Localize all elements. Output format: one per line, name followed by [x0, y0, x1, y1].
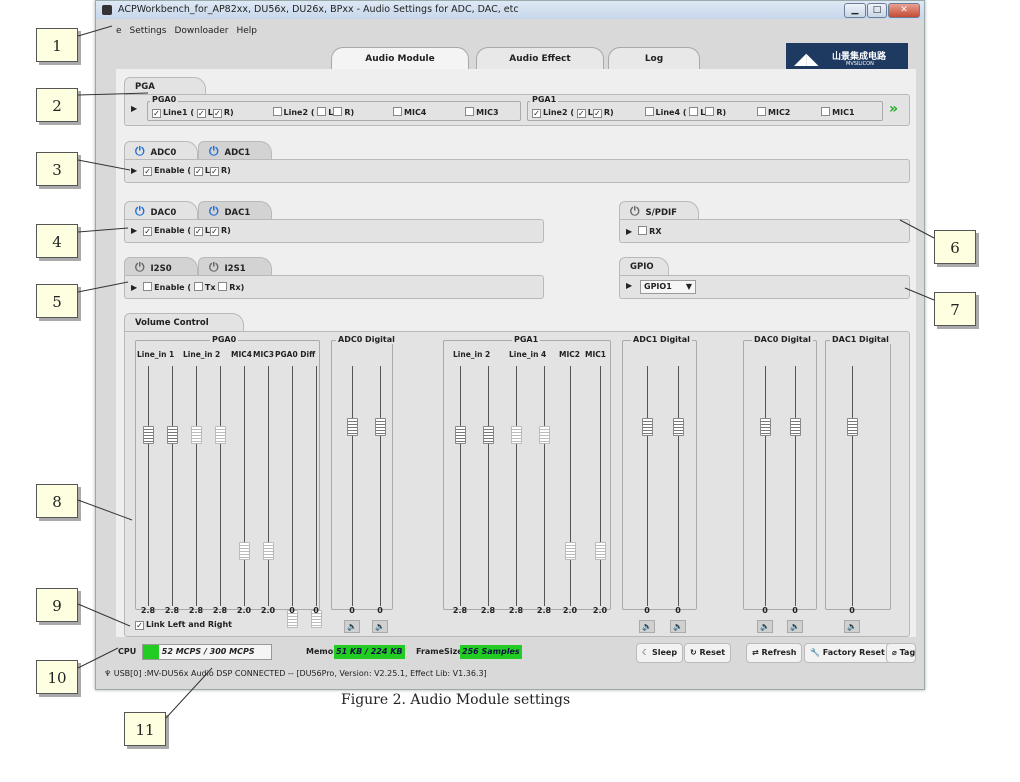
leader-lines	[77, 25, 935, 719]
